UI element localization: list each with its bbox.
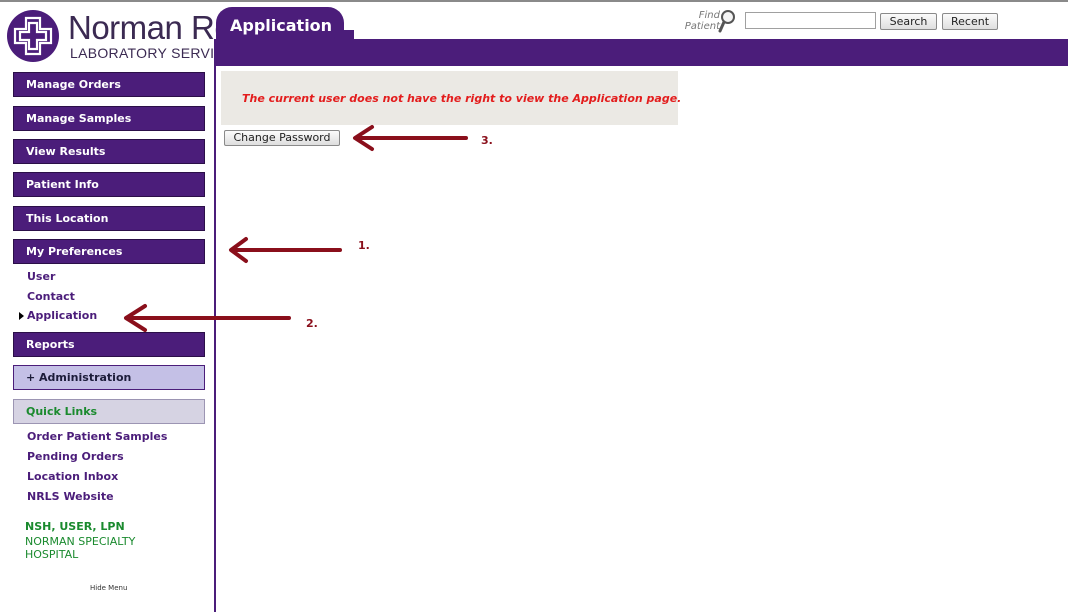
nav-my-preferences[interactable]: My Preferences [13,239,205,264]
annotation-arrow-1 [229,237,342,263]
current-user: NSH, USER, LPN [25,520,125,533]
sidebar-divider [214,39,216,612]
search-button[interactable]: Search [880,13,937,30]
error-message: The current user does not have the right… [242,92,682,105]
sidebar-item-contact[interactable]: Contact [27,290,75,303]
current-organization: NORMAN SPECIALTY HOSPITAL [25,535,136,561]
find-patient-label: Find Patient [676,10,720,32]
annotation-label-1: 1. [358,239,370,252]
logo-cross-icon [7,10,59,62]
quick-link-location-inbox[interactable]: Location Inbox [27,470,118,483]
change-password-button[interactable]: Change Password [224,130,340,146]
hide-menu-link[interactable]: Hide Menu [90,584,127,592]
nav-reports[interactable]: Reports [13,332,205,357]
logo-name: Norman Re [68,9,216,46]
nav-manage-samples[interactable]: Manage Samples [13,106,205,131]
find-patient-line1: Find [698,10,720,21]
quick-link-nrls-website[interactable]: NRLS Website [27,490,114,503]
annotation-label-3: 3. [481,134,493,147]
find-patient-line2: Patient [684,21,720,32]
annotation-arrow-2 [124,304,291,332]
patient-search-input[interactable] [745,12,876,29]
header-bar [216,39,1068,66]
magnifier-icon[interactable] [718,9,736,33]
annotation-arrow-3 [353,125,468,151]
sidebar-item-user[interactable]: User [27,270,55,283]
quick-link-order-patient-samples[interactable]: Order Patient Samples [27,430,167,443]
nav-view-results[interactable]: View Results [13,139,205,164]
nav-this-location[interactable]: This Location [13,206,205,231]
nav-manage-orders[interactable]: Manage Orders [13,72,205,97]
page-title: Application [230,16,333,35]
top-border [0,0,1068,2]
logo-subtitle: LABORATORY SERVICE [70,45,216,61]
recent-button[interactable]: Recent [942,13,998,30]
nav-administration[interactable]: + Administration [13,365,205,390]
annotation-label-2: 2. [306,317,318,330]
quick-link-pending-orders[interactable]: Pending Orders [27,450,124,463]
nav-patient-info[interactable]: Patient Info [13,172,205,197]
sidebar-item-application[interactable]: Application [27,309,97,322]
current-item-pointer-icon [19,312,24,320]
logo[interactable]: Norman Re LABORATORY SERVICE [6,8,216,64]
quick-links-header: Quick Links [13,399,205,424]
